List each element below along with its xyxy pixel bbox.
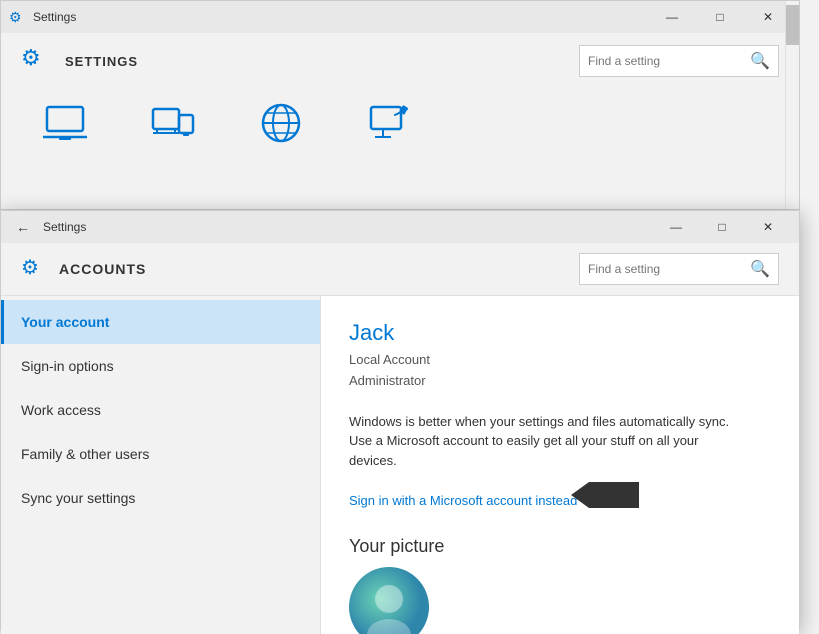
user-name: Jack [349,320,771,346]
ms-account-link[interactable]: Sign in with a Microsoft account instead [349,493,577,508]
main-body: Your account Sign-in options Work access… [1,296,799,634]
account-type-label: Local Account [349,352,430,367]
sidebar-item-sign-in-options[interactable]: Sign-in options [1,344,320,388]
bg-minimize-button[interactable]: — [649,1,695,33]
sidebar-item-your-account[interactable]: Your account [1,300,320,344]
system-icon-item[interactable] [41,99,89,147]
accounts-settings-window: ← Settings — □ ✕ ⚙ ACCOUNTS 🔍 Your accou… [0,210,800,630]
back-button[interactable]: ← [9,213,37,241]
bg-search-box[interactable]: 🔍 [579,45,779,77]
sidebar-label-sync: Sync your settings [21,490,135,506]
bg-icon-row [1,89,799,157]
your-picture-heading: Your picture [349,536,771,557]
sidebar-label-family-users: Family & other users [21,446,149,462]
bg-scrollbar[interactable] [785,1,799,209]
main-search-box[interactable]: 🔍 [579,253,779,285]
account-role-label: Administrator [349,373,426,388]
main-titlebar-title: Settings [43,220,653,234]
devices-icon [149,99,197,147]
sidebar-item-sync-settings[interactable]: Sync your settings [1,476,320,520]
sync-message: Windows is better when your settings and… [349,412,749,471]
network-icon-item[interactable] [257,99,305,147]
main-header-title: ACCOUNTS [59,261,146,277]
bg-titlebar-title: Settings [33,10,649,24]
main-gear-icon: ⚙ [21,255,49,283]
personalization-icon-item[interactable] [365,99,413,147]
main-header: ⚙ ACCOUNTS 🔍 [1,243,799,296]
minimize-button[interactable]: — [653,211,699,243]
globe-icon [257,99,305,147]
maximize-button[interactable]: □ [699,211,745,243]
content-area: Jack Local Account Administrator Windows… [321,296,799,634]
brush-monitor-icon [365,99,413,147]
sidebar: Your account Sign-in options Work access… [1,296,321,634]
bg-settings-icon: ⚙ [9,9,25,25]
bg-titlebar: ⚙ Settings — □ ✕ [1,1,799,33]
main-titlebar: ← Settings — □ ✕ [1,211,799,243]
avatar-image [349,567,429,634]
bg-gear-icon: ⚙ [21,45,53,77]
background-settings-window: ⚙ Settings — □ ✕ ⚙ SETTINGS 🔍 [0,0,800,210]
bg-maximize-button[interactable]: □ [697,1,743,33]
bg-header: ⚙ SETTINGS 🔍 [1,33,799,89]
sidebar-label-work-access: Work access [21,402,101,418]
devices-icon-item[interactable] [149,99,197,147]
sidebar-label-your-account: Your account [21,314,109,330]
main-titlebar-controls: — □ ✕ [653,211,791,243]
bg-search-input[interactable] [588,54,750,68]
sidebar-label-sign-in: Sign-in options [21,358,114,374]
arrow-indicator [589,482,639,508]
arrow-shape [589,482,639,508]
bg-header-title: SETTINGS [65,54,138,69]
main-search-input[interactable] [588,262,750,276]
bg-search-icon: 🔍 [750,51,770,71]
laptop-icon [41,99,89,147]
close-button[interactable]: ✕ [745,211,791,243]
sidebar-item-family-users[interactable]: Family & other users [1,432,320,476]
sidebar-item-work-access[interactable]: Work access [1,388,320,432]
main-search-icon: 🔍 [750,259,770,279]
bg-scrollbar-thumb[interactable] [786,5,799,45]
bg-titlebar-controls: — □ ✕ [649,1,791,33]
user-avatar [349,567,429,634]
user-account-type: Local Account Administrator [349,350,771,392]
